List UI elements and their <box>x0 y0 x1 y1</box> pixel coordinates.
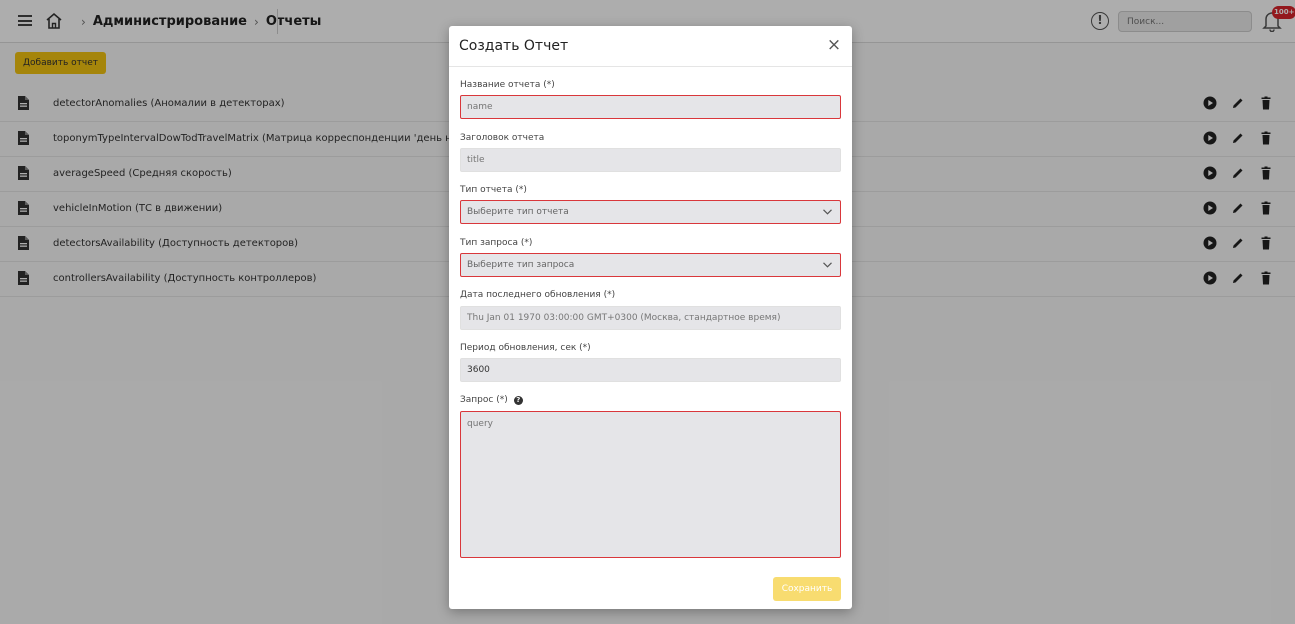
dialog-title: Создать Отчет <box>459 38 569 54</box>
close-icon[interactable]: × <box>825 36 843 54</box>
report-title-input[interactable] <box>460 148 841 172</box>
report-type-select[interactable]: Выберите тип отчета <box>460 200 841 224</box>
update-period-input[interactable] <box>460 358 841 382</box>
query-type-value: Выберите тип запроса <box>467 260 575 270</box>
query-label: Запрос (*) ? <box>460 395 523 405</box>
report-name-input[interactable] <box>460 95 841 119</box>
last-update-label: Дата последнего обновления (*) <box>460 290 616 300</box>
update-period-label: Период обновления, сек (*) <box>460 343 591 353</box>
query-textarea[interactable] <box>460 411 841 558</box>
chevron-down-icon <box>823 262 832 268</box>
dialog-header: Создать Отчет × <box>449 26 852 67</box>
last-update-input[interactable] <box>460 306 841 330</box>
report-title-label: Заголовок отчета <box>460 133 545 143</box>
report-type-value: Выберите тип отчета <box>467 207 569 217</box>
report-type-label: Тип отчета (*) <box>460 185 527 195</box>
query-type-select[interactable]: Выберите тип запроса <box>460 253 841 277</box>
query-label-text: Запрос (*) <box>460 395 508 405</box>
query-type-label: Тип запроса (*) <box>460 238 533 248</box>
help-icon[interactable]: ? <box>513 395 523 405</box>
create-report-dialog: Создать Отчет × Название отчета (*) Заго… <box>449 26 852 609</box>
report-name-label: Название отчета (*) <box>460 80 555 90</box>
save-button[interactable]: Сохранить <box>773 577 841 601</box>
chevron-down-icon <box>823 209 832 215</box>
